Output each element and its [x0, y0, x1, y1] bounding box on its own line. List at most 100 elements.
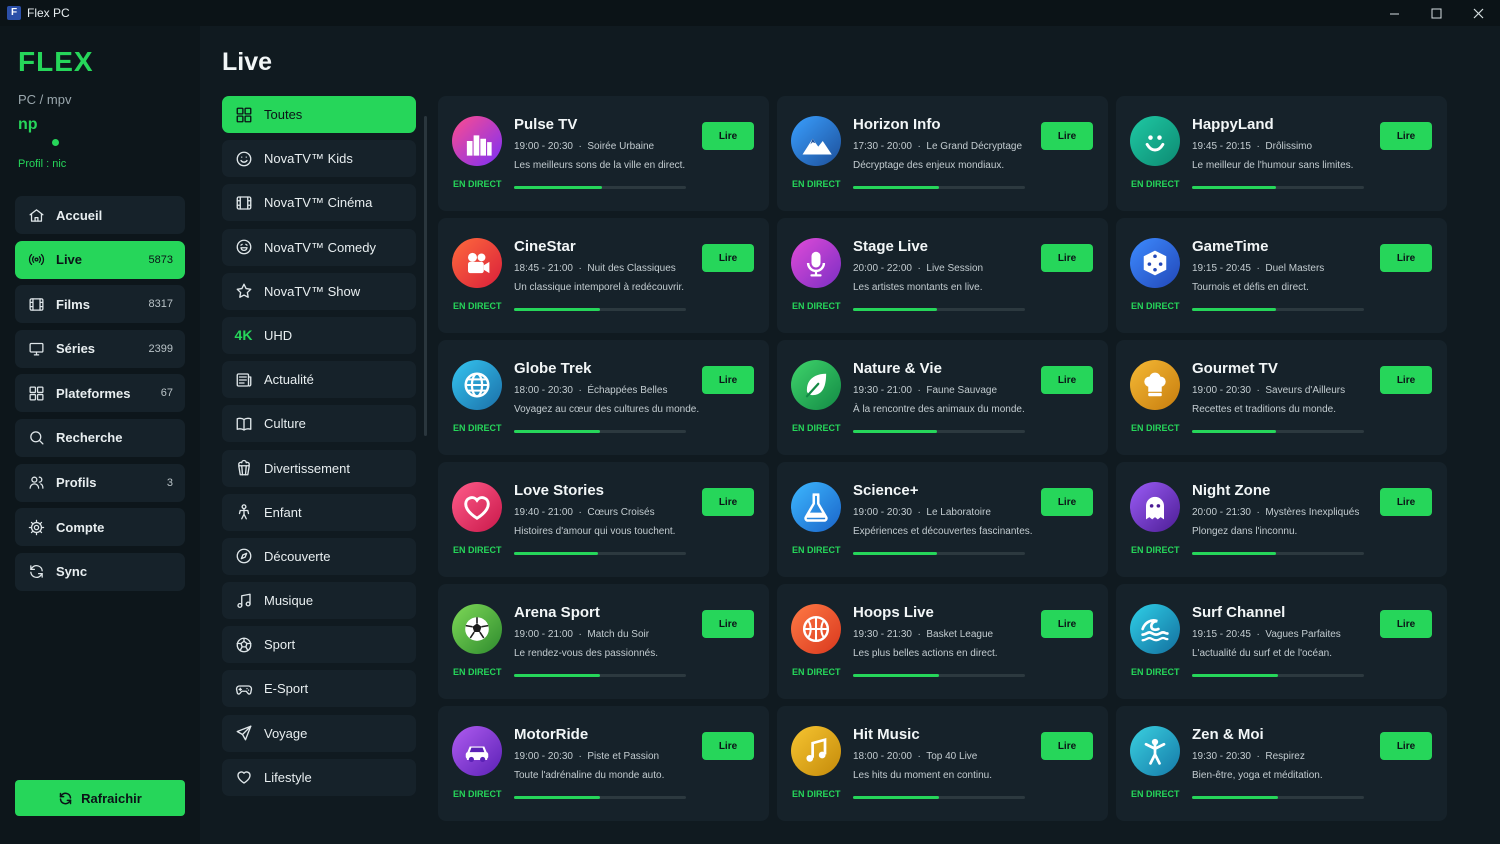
channel-card[interactable]: EN DIRECT Hoops Live 19:30 - 21:30 · Baske…: [777, 584, 1108, 699]
category-label: Lifestyle: [264, 769, 312, 785]
channel-card[interactable]: EN DIRECT Globe Trek 18:00 - 20:30 · Échap…: [438, 340, 769, 455]
category-item[interactable]: Divertissement: [222, 449, 416, 487]
channel-card[interactable]: EN DIRECT Arena Sport 19:00 - 21:00 · Matc…: [438, 584, 769, 699]
progress-bar: [1192, 796, 1364, 799]
play-button[interactable]: Lire: [702, 610, 754, 638]
live-badge: EN DIRECT: [792, 423, 841, 433]
play-button[interactable]: Lire: [1041, 366, 1093, 394]
play-button[interactable]: Lire: [1380, 244, 1432, 272]
avatar[interactable]: np: [18, 116, 59, 146]
play-button[interactable]: Lire: [1380, 488, 1432, 516]
nav-item-accueil[interactable]: Accueil: [15, 196, 185, 234]
play-button[interactable]: Lire: [1041, 244, 1093, 272]
nav-item-films[interactable]: Films 8317: [15, 285, 185, 324]
program-time: 19:40 - 21:00: [514, 507, 573, 518]
channel-card[interactable]: EN DIRECT CineStar 18:45 - 21:00 · Nuit de…: [438, 218, 769, 333]
category-item[interactable]: E-Sport: [222, 670, 416, 708]
nav-item-compte[interactable]: Compte: [15, 508, 185, 547]
category-item[interactable]: Voyage: [222, 714, 416, 752]
channel-card[interactable]: EN DIRECT Zen & Moi 19:30 - 20:30 · Respir…: [1116, 706, 1447, 821]
popcorn-icon: [234, 459, 253, 478]
live-badge: EN DIRECT: [792, 789, 841, 799]
refresh-icon: [58, 791, 73, 806]
category-item[interactable]: Découverte: [222, 537, 416, 575]
category-item[interactable]: NovaTV™ Show: [222, 272, 416, 310]
gear-icon: [27, 518, 45, 536]
play-button[interactable]: Lire: [1380, 122, 1432, 150]
category-item[interactable]: NovaTV™ Cinéma: [222, 184, 416, 222]
grid-icon: [27, 384, 45, 402]
channel-name: Science+: [853, 482, 919, 499]
program-description: Les plus belles actions en direct.: [853, 648, 998, 659]
channel-card[interactable]: EN DIRECT GameTime 19:15 - 20:45 · Duel Ma…: [1116, 218, 1447, 333]
play-button[interactable]: Lire: [702, 488, 754, 516]
category-item[interactable]: 4K UHD: [222, 316, 416, 354]
channel-card[interactable]: EN DIRECT Hit Music 18:00 - 20:00 · Top 40…: [777, 706, 1108, 821]
category-scrollbar[interactable]: [424, 116, 427, 436]
separator-dot: ·: [572, 141, 588, 152]
play-button[interactable]: Lire: [702, 244, 754, 272]
minimize-button[interactable]: [1373, 0, 1415, 26]
channel-card[interactable]: EN DIRECT Gourmet TV 19:00 - 20:30 · Saveu…: [1116, 340, 1447, 455]
category-item[interactable]: Actualité: [222, 361, 416, 399]
program-description: Le meilleur de l'humour sans limites.: [1192, 160, 1354, 171]
live-badge: EN DIRECT: [1131, 545, 1180, 555]
channel-card[interactable]: EN DIRECT Horizon Info 17:30 - 20:00 · Le …: [777, 96, 1108, 211]
category-item[interactable]: NovaTV™ Comedy: [222, 228, 416, 266]
program-title: Le Laboratoire: [926, 507, 991, 518]
progress-fill: [514, 552, 599, 555]
nav-item-recherche[interactable]: Recherche: [15, 418, 185, 457]
category-item[interactable]: Culture: [222, 405, 416, 443]
gamepad-icon: [234, 679, 253, 698]
category-item[interactable]: Sport: [222, 626, 416, 664]
search-icon: [27, 429, 45, 447]
program-title: Saveurs d'Ailleurs: [1265, 385, 1346, 396]
refresh-button[interactable]: Rafraichir: [15, 780, 185, 816]
category-item[interactable]: Musique: [222, 582, 416, 620]
play-button[interactable]: Lire: [1041, 488, 1093, 516]
program-time: 18:00 - 20:00: [853, 751, 912, 762]
program-info: 19:00 - 20:30 · Soirée Urbaine: [514, 141, 654, 152]
category-item[interactable]: NovaTV™ Kids: [222, 140, 416, 178]
play-button[interactable]: Lire: [1380, 610, 1432, 638]
category-label: Actualité: [264, 372, 314, 388]
category-list: Toutes NovaTV™ Kids NovaTV™ Cinéma NovaTV™ …: [222, 96, 416, 820]
play-button[interactable]: Lire: [702, 732, 754, 760]
channel-card[interactable]: EN DIRECT Stage Live 20:00 - 22:00 · Live …: [777, 218, 1108, 333]
channel-card[interactable]: EN DIRECT Night Zone 20:00 - 21:30 · Mystè…: [1116, 462, 1447, 577]
channel-card[interactable]: EN DIRECT Science+ 19:00 - 20:30 · Le Labo…: [777, 462, 1108, 577]
play-button[interactable]: Lire: [1041, 122, 1093, 150]
program-description: Tournois et défis en direct.: [1192, 282, 1309, 293]
separator-dot: ·: [1250, 629, 1266, 640]
category-item[interactable]: Lifestyle: [222, 758, 416, 796]
play-button[interactable]: Lire: [702, 366, 754, 394]
channel-card[interactable]: EN DIRECT Nature & Vie 19:30 - 21:00 · Fau…: [777, 340, 1108, 455]
play-button[interactable]: Lire: [1041, 732, 1093, 760]
play-button[interactable]: Lire: [1380, 366, 1432, 394]
category-item[interactable]: Toutes: [222, 96, 416, 133]
flex-app-icon: F: [7, 6, 21, 20]
progress-fill: [1192, 674, 1278, 677]
nav-item-count: 8317: [148, 298, 173, 311]
program-title: Live Session: [926, 263, 984, 274]
channel-card[interactable]: EN DIRECT MotorRide 19:00 - 20:30 · Piste …: [438, 706, 769, 821]
channel-card[interactable]: EN DIRECT Pulse TV 19:00 - 20:30 · Soirée …: [438, 96, 769, 211]
nav-item-sync[interactable]: Sync: [15, 552, 185, 591]
channel-card[interactable]: EN DIRECT Love Stories 19:40 - 21:00 · Cœu…: [438, 462, 769, 577]
play-button[interactable]: Lire: [1041, 610, 1093, 638]
category-item[interactable]: Enfant: [222, 493, 416, 531]
play-button[interactable]: Lire: [1380, 732, 1432, 760]
category-label: Sport: [264, 637, 296, 653]
play-button[interactable]: Lire: [702, 122, 754, 150]
channel-card[interactable]: EN DIRECT Surf Channel 19:15 - 20:45 · Vag…: [1116, 584, 1447, 699]
channel-card[interactable]: EN DIRECT HappyLand 19:45 - 20:15 · Drôlis…: [1116, 96, 1447, 211]
nav-item-profils[interactable]: Profils 3: [15, 463, 185, 502]
maximize-button[interactable]: [1415, 0, 1457, 26]
close-button[interactable]: [1457, 0, 1499, 26]
home-icon: [27, 206, 45, 224]
separator-dot: ·: [1250, 751, 1266, 762]
nav-item-live[interactable]: Live 5873: [15, 240, 185, 279]
program-info: 19:30 - 21:30 · Basket League: [853, 629, 993, 640]
nav-item-plateformes[interactable]: Plateformes 67: [15, 374, 185, 413]
nav-item-series[interactable]: Séries 2399: [15, 329, 185, 368]
